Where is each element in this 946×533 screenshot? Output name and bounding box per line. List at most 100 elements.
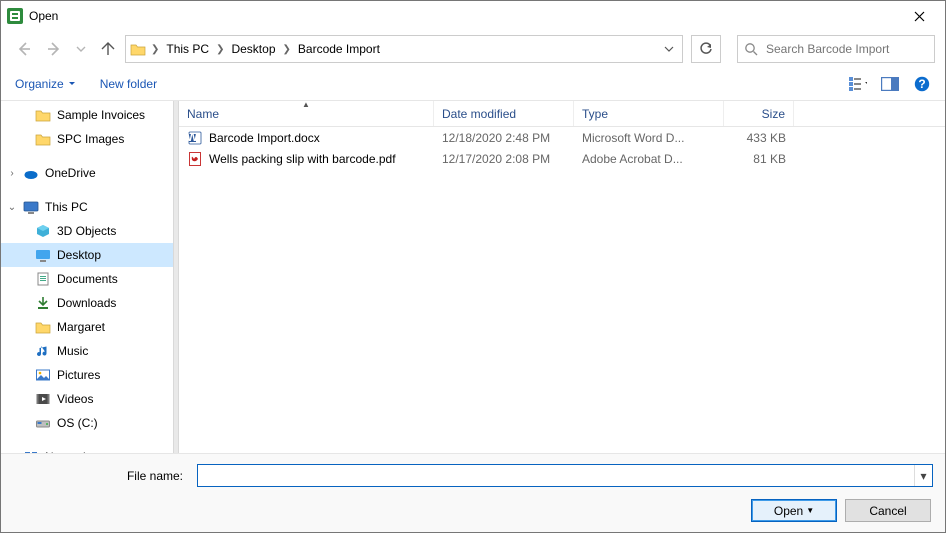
objects3d-icon xyxy=(35,223,51,239)
open-button[interactable]: Open ▼ xyxy=(751,499,837,522)
chevron-right-icon: ❯ xyxy=(150,44,160,55)
view-options-button[interactable] xyxy=(849,75,867,93)
tree-item[interactable]: ⌄ This PC xyxy=(1,195,173,219)
tree-item[interactable]: Music xyxy=(1,339,173,363)
tree-item[interactable]: SPC Images xyxy=(1,127,173,151)
folder-icon xyxy=(35,131,51,147)
filename-dropdown[interactable]: ▾ xyxy=(914,465,932,486)
address-bar[interactable]: ❯ This PC ❯ Desktop ❯ Barcode Import xyxy=(125,35,683,63)
up-button[interactable] xyxy=(99,40,117,58)
file-name: Barcode Import.docx xyxy=(209,131,320,145)
tree-item-label: Desktop xyxy=(57,248,101,262)
organize-button[interactable]: Organize xyxy=(15,77,76,91)
refresh-icon xyxy=(699,42,713,56)
videos-icon xyxy=(35,391,51,407)
filename-input[interactable] xyxy=(198,465,914,486)
app-icon xyxy=(7,8,23,24)
tree-item-label: This PC xyxy=(45,200,88,214)
view-icon xyxy=(849,76,867,92)
column-name[interactable]: Name ▲ xyxy=(179,101,434,126)
tree-item[interactable]: Downloads xyxy=(1,291,173,315)
tree-item[interactable]: › OneDrive xyxy=(1,161,173,185)
file-row[interactable]: WBarcode Import.docx12/18/2020 2:48 PMMi… xyxy=(179,127,945,148)
search-box[interactable] xyxy=(737,35,935,63)
tree-item-label: SPC Images xyxy=(57,132,124,146)
chevron-right-icon[interactable]: › xyxy=(7,452,17,454)
pdf-icon xyxy=(187,151,203,167)
filename-combo[interactable]: ▾ xyxy=(197,464,933,487)
file-size: 81 KB xyxy=(724,152,794,166)
chevron-down-icon xyxy=(68,80,76,88)
drive-icon xyxy=(35,415,51,431)
tree-item-label: Videos xyxy=(57,392,93,406)
chevron-down-icon xyxy=(664,44,674,54)
file-row[interactable]: Wells packing slip with barcode.pdf 12/17… xyxy=(179,148,945,169)
cancel-button[interactable]: Cancel xyxy=(845,499,931,522)
search-input[interactable] xyxy=(766,42,928,56)
chevron-down-icon xyxy=(76,44,86,54)
tree-item[interactable]: Pictures xyxy=(1,363,173,387)
chevron-right-icon: ❯ xyxy=(215,44,225,55)
tree-item[interactable]: Sample Invoices xyxy=(1,103,173,127)
footer: File name: ▾ Open ▼ Cancel xyxy=(1,453,945,532)
help-icon: ? xyxy=(914,76,930,92)
file-list[interactable]: WBarcode Import.docx12/18/2020 2:48 PMMi… xyxy=(179,127,945,453)
tree-item-label: Music xyxy=(57,344,88,358)
filename-label: File name: xyxy=(13,469,189,483)
tree-item[interactable]: Videos xyxy=(1,387,173,411)
column-size[interactable]: Size xyxy=(724,101,794,126)
tree-item[interactable]: 3D Objects xyxy=(1,219,173,243)
tree-item-label: Network xyxy=(45,450,89,453)
tree-item[interactable]: Desktop xyxy=(1,243,173,267)
preview-pane-icon xyxy=(881,77,899,91)
folder-icon xyxy=(130,41,146,57)
tree-item[interactable]: OS (C:) xyxy=(1,411,173,435)
chevron-down-icon[interactable]: ⌄ xyxy=(7,202,17,213)
forward-button[interactable] xyxy=(45,40,63,58)
close-button[interactable] xyxy=(899,2,939,30)
downloads-icon xyxy=(35,295,51,311)
file-size: 433 KB xyxy=(724,131,794,145)
search-icon xyxy=(744,42,758,56)
thispc-icon xyxy=(23,199,39,215)
address-dropdown[interactable] xyxy=(660,40,678,58)
tree-item-label: 3D Objects xyxy=(57,224,116,238)
documents-icon xyxy=(35,271,51,287)
open-dialog: Open ❯ This PC ❯ De xyxy=(0,0,946,533)
breadcrumb-item[interactable]: This PC xyxy=(164,42,211,56)
docx-icon: W xyxy=(187,130,203,146)
tree-item[interactable]: Documents xyxy=(1,267,173,291)
network-icon xyxy=(23,449,39,453)
window-title: Open xyxy=(29,9,899,23)
new-folder-button[interactable]: New folder xyxy=(100,77,157,91)
file-date: 12/18/2020 2:48 PM xyxy=(434,131,574,145)
folder-icon xyxy=(35,319,51,335)
back-button[interactable] xyxy=(15,40,33,58)
navigation-tree[interactable]: Sample Invoices SPC Images › OneDrive ⌄ This … xyxy=(1,101,173,453)
tree-item-label: Sample Invoices xyxy=(57,108,145,122)
refresh-button[interactable] xyxy=(691,35,721,63)
sort-asc-icon: ▲ xyxy=(302,100,310,109)
tree-item[interactable]: Margaret xyxy=(1,315,173,339)
tree-item-label: Margaret xyxy=(57,320,105,334)
title-bar: Open xyxy=(1,1,945,31)
column-date[interactable]: Date modified xyxy=(434,101,574,126)
breadcrumb-item[interactable]: Desktop xyxy=(229,42,277,56)
music-icon xyxy=(35,343,51,359)
file-name: Wells packing slip with barcode.pdf xyxy=(209,152,396,166)
help-button[interactable]: ? xyxy=(913,75,931,93)
desktop-icon xyxy=(35,247,51,263)
arrow-up-icon xyxy=(100,41,116,57)
tree-item[interactable]: › Network xyxy=(1,445,173,453)
tree-item-label: Downloads xyxy=(57,296,116,310)
file-list-pane: Name ▲ Date modified Type Size W Barcode … xyxy=(179,101,945,453)
column-headers: Name ▲ Date modified Type Size xyxy=(179,101,945,127)
recent-locations-button[interactable] xyxy=(75,40,87,58)
tree-item-label: OneDrive xyxy=(45,166,96,180)
chevron-right-icon[interactable]: › xyxy=(7,168,17,179)
arrow-left-icon xyxy=(16,41,32,57)
breadcrumb-item[interactable]: Barcode Import xyxy=(296,42,382,56)
preview-pane-button[interactable] xyxy=(881,75,899,93)
column-type[interactable]: Type xyxy=(574,101,724,126)
file-date: 12/17/2020 2:08 PM xyxy=(434,152,574,166)
